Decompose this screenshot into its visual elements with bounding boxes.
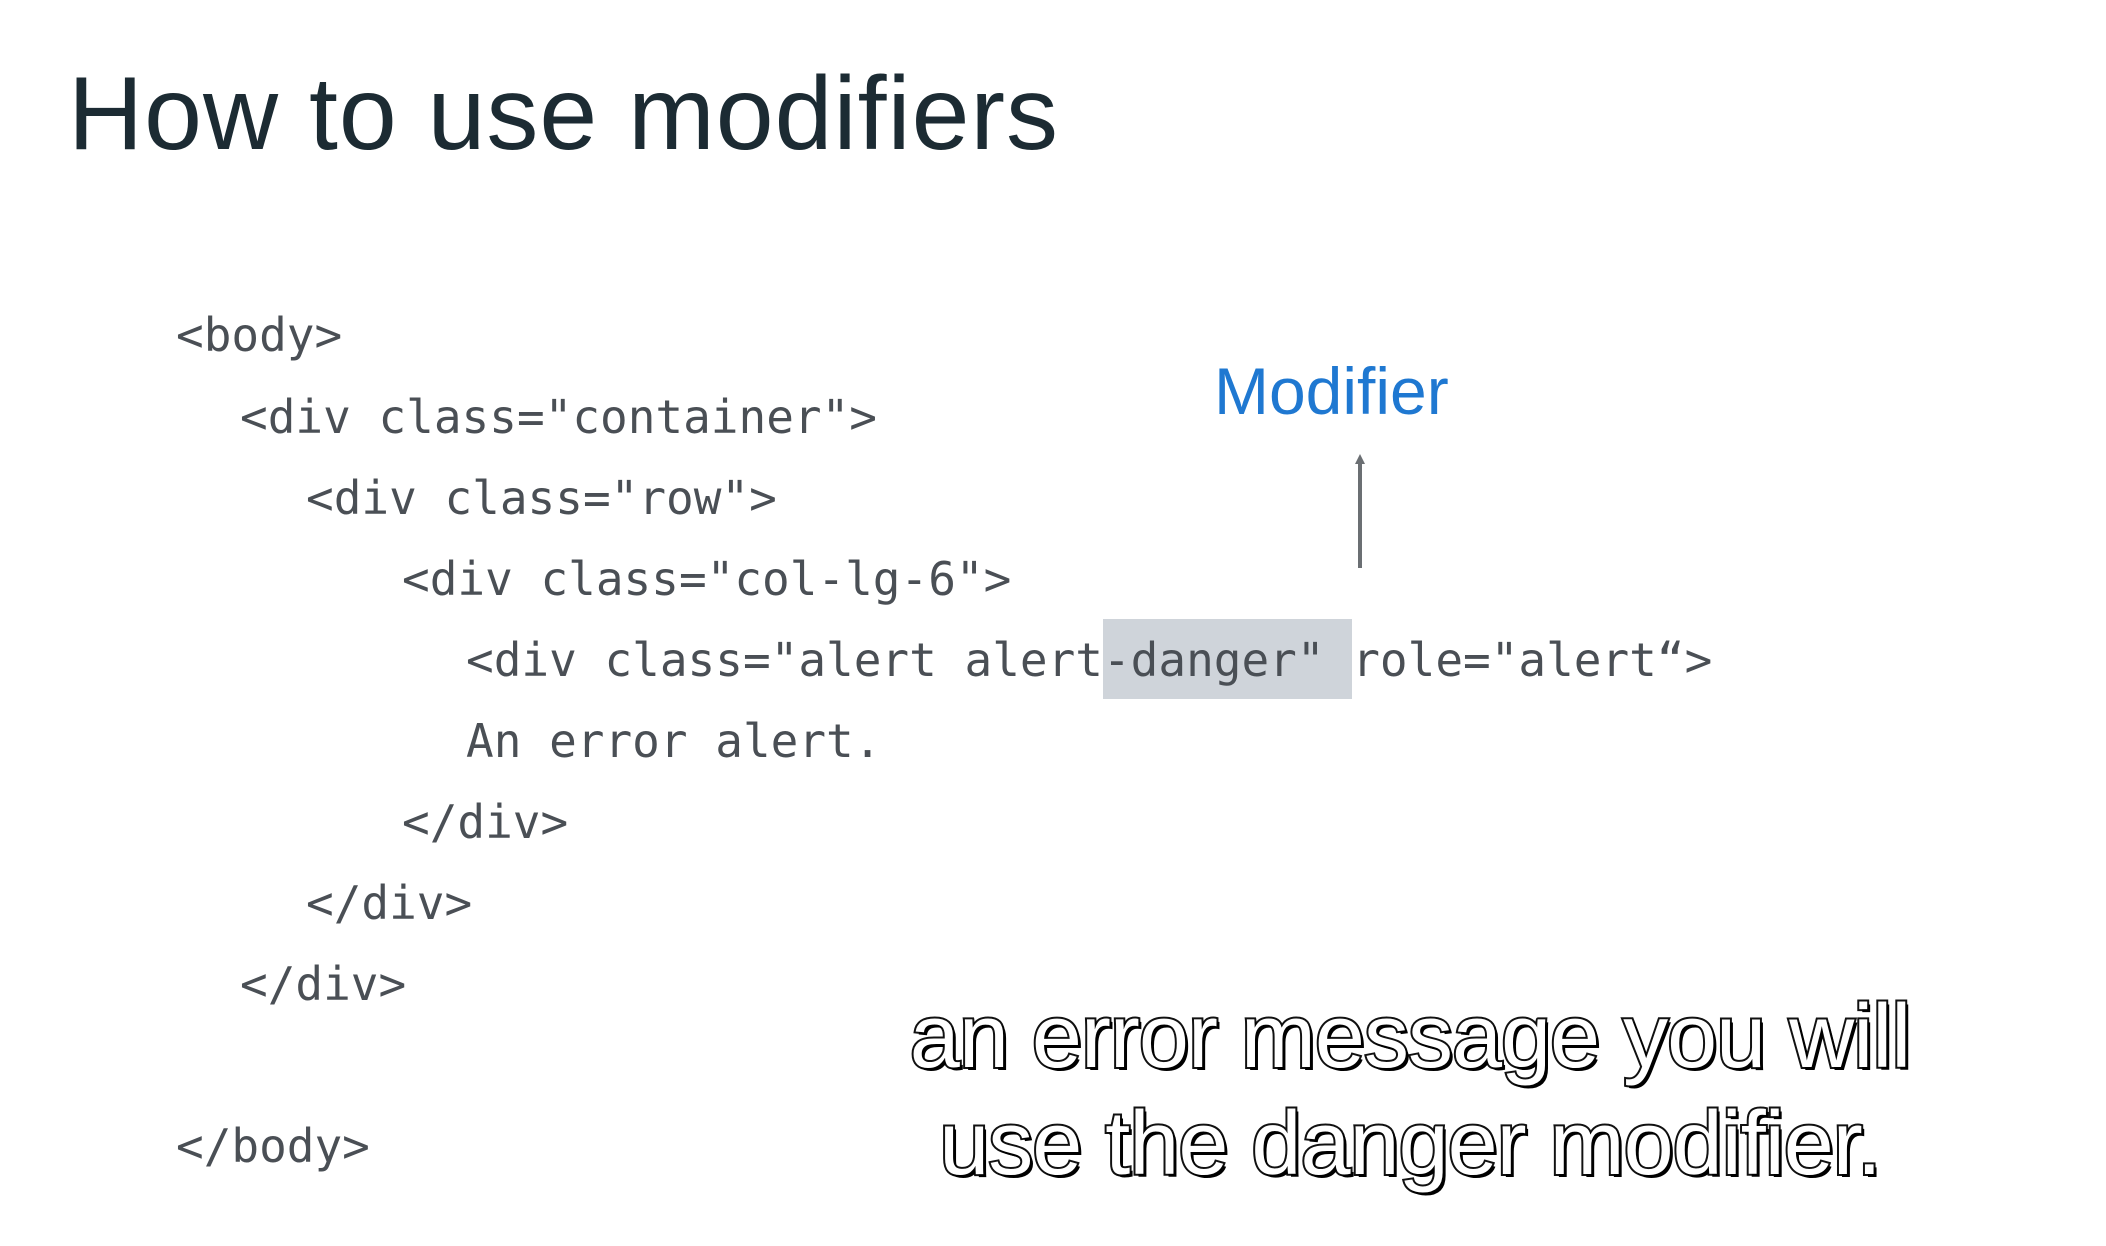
caption-line-2: use the danger modifier.: [937, 1092, 1884, 1196]
code-line-row: <div class="row">: [306, 471, 777, 525]
code-line-div-close-2: </div>: [306, 876, 473, 930]
modifier-highlight: -danger": [1102, 619, 1353, 699]
code-line-container: <div class="container">: [240, 390, 877, 444]
arrow-up-icon: [1355, 454, 1365, 568]
code-line-body-close: </body>: [176, 1119, 370, 1173]
slide: How to use modifiers <body> <div class="…: [0, 0, 2106, 1246]
caption-line-1: an error message you will: [908, 985, 1913, 1089]
code-line-alert-text: An error alert.: [466, 714, 882, 768]
code-alert-prefix: <div class="alert alert: [466, 633, 1103, 687]
video-caption: an error message you will use the danger…: [760, 984, 2060, 1198]
code-line-div-close-3: </div>: [240, 957, 407, 1011]
code-alert-suffix: role="alert“>: [1352, 633, 1713, 687]
code-line-div-close-1: </div>: [402, 795, 569, 849]
code-line-col: <div class="col-lg-6">: [402, 552, 1012, 606]
code-line-alert: <div class="alert alert-danger" role="al…: [466, 619, 1712, 699]
modifier-label: Modifier: [1214, 354, 1449, 428]
code-line-body-open: <body>: [176, 308, 343, 362]
